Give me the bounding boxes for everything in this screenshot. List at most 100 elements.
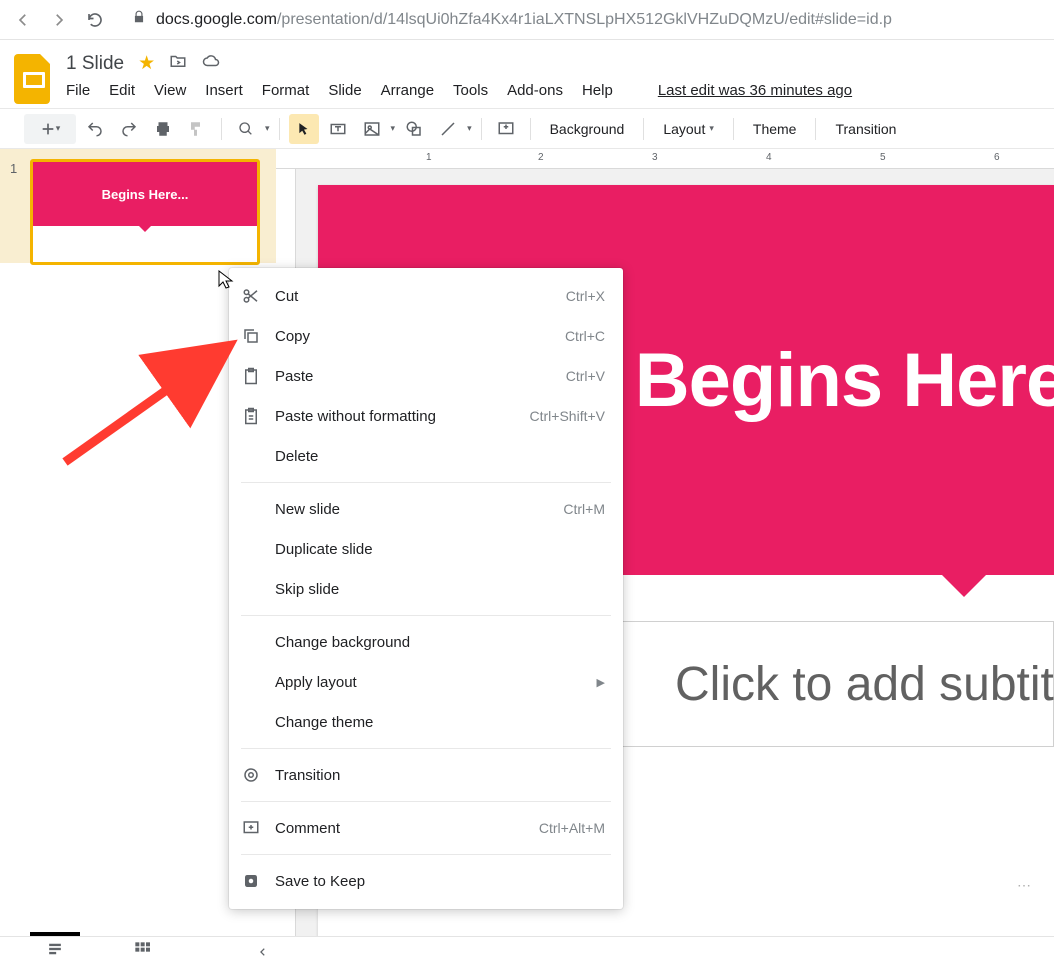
copy-icon — [241, 326, 261, 346]
grid-view-icon[interactable] — [134, 941, 150, 962]
context-menu-label: Cut — [275, 288, 552, 305]
image-icon[interactable] — [357, 114, 387, 144]
menu-insert[interactable]: Insert — [205, 82, 243, 99]
context-menu-item[interactable]: Comment Ctrl+Alt+M — [229, 808, 623, 848]
zoom-icon[interactable] — [231, 114, 261, 144]
app-header: 1 Slide ★ File Edit View Insert Format S… — [0, 40, 1054, 109]
context-menu-item[interactable]: Copy Ctrl+C — [229, 316, 623, 356]
new-slide-button[interactable]: ▾ — [24, 114, 76, 144]
line-icon[interactable] — [433, 114, 463, 144]
context-menu-item[interactable]: Change background — [229, 622, 623, 662]
context-menu-item[interactable]: Paste Ctrl+V — [229, 356, 623, 396]
menu-view[interactable]: View — [154, 82, 186, 99]
cut-icon — [241, 286, 261, 306]
menu-arrange[interactable]: Arrange — [381, 82, 434, 99]
context-menu-label: New slide — [275, 501, 549, 518]
menu-slide[interactable]: Slide — [328, 82, 361, 99]
paste-plain-icon — [241, 406, 261, 426]
menu-tools[interactable]: Tools — [453, 82, 488, 99]
print-icon[interactable] — [148, 114, 178, 144]
lock-icon — [132, 10, 146, 29]
menu-addons[interactable]: Add-ons — [507, 82, 563, 99]
submenu-arrow-icon: ▶ — [597, 676, 605, 689]
background-button[interactable]: Background — [540, 121, 635, 137]
context-menu-label: Change theme — [275, 714, 605, 731]
context-menu-label: Comment — [275, 820, 525, 837]
comment-icon — [241, 818, 261, 838]
bottom-bar — [0, 936, 1054, 966]
thumbnail-number: 1 — [10, 159, 30, 253]
slide-thumbnail[interactable]: Begins Here... — [30, 159, 260, 265]
transition-button[interactable]: Transition — [825, 121, 906, 137]
toolbar: ▾ ▾ ▾ ▾ Background Layout▾ Theme Transit… — [0, 109, 1054, 149]
context-menu-item[interactable]: Save to Keep — [229, 861, 623, 901]
undo-icon[interactable] — [80, 114, 110, 144]
cloud-status-icon[interactable] — [201, 52, 221, 75]
browser-toolbar: docs.google.com/presentation/d/14lsqUi0h… — [0, 0, 1054, 40]
back-icon[interactable] — [14, 11, 32, 29]
shortcut-label: Ctrl+V — [566, 368, 605, 384]
paint-format-icon[interactable] — [182, 114, 212, 144]
blank-icon — [241, 446, 261, 466]
url-display[interactable]: docs.google.com/presentation/d/14lsqUi0h… — [156, 11, 892, 29]
speaker-notes-icon[interactable] — [46, 942, 64, 961]
textbox-icon[interactable] — [323, 114, 353, 144]
select-tool-icon[interactable] — [289, 114, 319, 144]
resize-handle-icon[interactable]: ⋯ — [1017, 877, 1034, 894]
paste-icon — [241, 366, 261, 386]
context-menu-label: Skip slide — [275, 581, 605, 598]
context-menu-item[interactable]: Skip slide — [229, 569, 623, 609]
shape-icon[interactable] — [399, 114, 429, 144]
transition-icon — [241, 765, 261, 785]
shortcut-label: Ctrl+M — [563, 501, 605, 517]
context-menu-label: Save to Keep — [275, 873, 605, 890]
slides-logo-icon[interactable] — [14, 54, 54, 104]
forward-icon[interactable] — [50, 11, 68, 29]
comment-icon[interactable] — [491, 114, 521, 144]
menu-format[interactable]: Format — [262, 82, 310, 99]
menu-bar: File Edit View Insert Format Slide Arran… — [66, 79, 852, 108]
shortcut-label: Ctrl+Shift+V — [530, 408, 605, 424]
theme-button[interactable]: Theme — [743, 121, 807, 137]
redo-icon[interactable] — [114, 114, 144, 144]
shortcut-label: Ctrl+C — [565, 328, 605, 344]
menu-file[interactable]: File — [66, 82, 90, 99]
star-icon[interactable]: ★ — [138, 52, 155, 75]
context-menu-label: Delete — [275, 448, 605, 465]
keep-icon — [241, 871, 261, 891]
context-menu-label: Duplicate slide — [275, 541, 605, 558]
blank-icon — [241, 499, 261, 519]
context-menu-item[interactable]: Cut Ctrl+X — [229, 276, 623, 316]
context-menu-label: Paste without formatting — [275, 408, 516, 425]
blank-icon — [241, 539, 261, 559]
reload-icon[interactable] — [86, 11, 104, 29]
shortcut-label: Ctrl+X — [566, 288, 605, 304]
context-menu-item[interactable]: Apply layout ▶ — [229, 662, 623, 702]
context-menu-item[interactable]: Duplicate slide — [229, 529, 623, 569]
shortcut-label: Ctrl+Alt+M — [539, 820, 605, 836]
context-menu-item[interactable]: Paste without formatting Ctrl+Shift+V — [229, 396, 623, 436]
context-menu-label: Copy — [275, 328, 551, 345]
menu-help[interactable]: Help — [582, 82, 613, 99]
last-edit-link[interactable]: Last edit was 36 minutes ago — [658, 82, 852, 99]
move-folder-icon[interactable] — [169, 52, 187, 75]
layout-button[interactable]: Layout▾ — [653, 121, 724, 137]
context-menu-label: Apply layout — [275, 674, 583, 691]
blank-icon — [241, 579, 261, 599]
context-menu-label: Paste — [275, 368, 552, 385]
blank-icon — [241, 632, 261, 652]
context-menu-label: Change background — [275, 634, 605, 651]
context-menu-item[interactable]: New slide Ctrl+M — [229, 489, 623, 529]
blank-icon — [241, 672, 261, 692]
slide-panel: 1 Begins Here... — [0, 149, 276, 263]
ruler-horizontal: 1 2 3 4 5 6 — [276, 149, 1054, 169]
context-menu-item[interactable]: Change theme — [229, 702, 623, 742]
scroll-left-icon[interactable] — [250, 942, 276, 962]
context-menu-item[interactable]: Delete — [229, 436, 623, 476]
context-menu-label: Transition — [275, 767, 605, 784]
menu-edit[interactable]: Edit — [109, 82, 135, 99]
blank-icon — [241, 712, 261, 732]
document-title[interactable]: 1 Slide — [66, 53, 124, 75]
context-menu: Cut Ctrl+X Copy Ctrl+C Paste Ctrl+V Paste with… — [229, 268, 623, 909]
context-menu-item[interactable]: Transition — [229, 755, 623, 795]
